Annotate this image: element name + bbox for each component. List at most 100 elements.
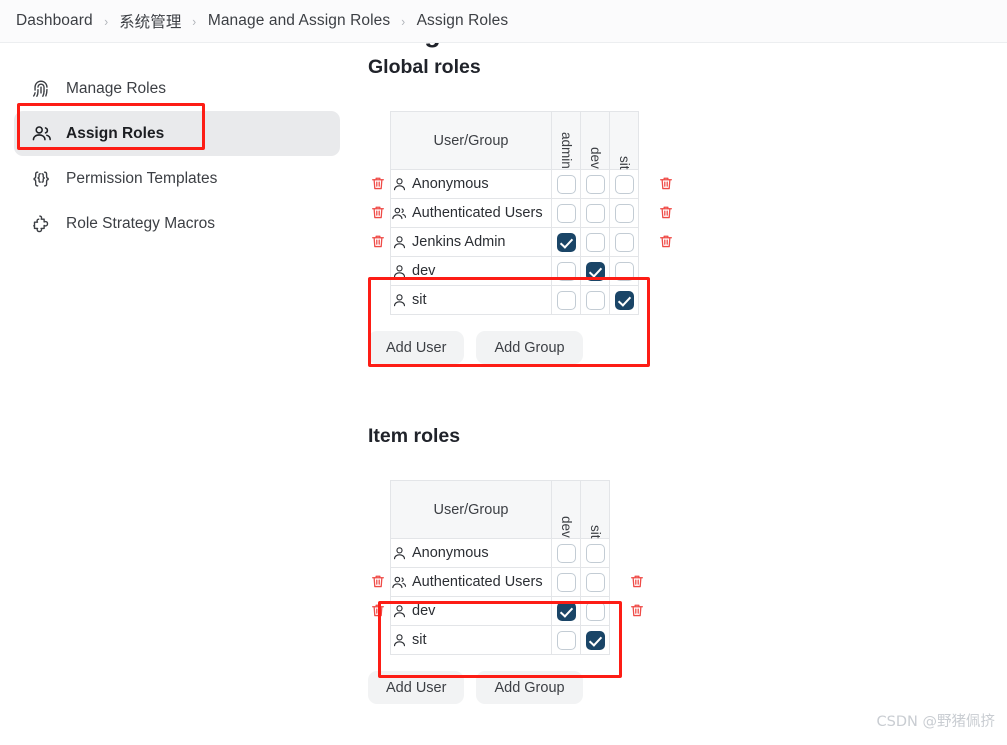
checkbox-cell[interactable] xyxy=(551,567,581,597)
row-name-authenticated-users: Authenticated Users xyxy=(390,567,552,597)
role-checkbox-dev-dev[interactable] xyxy=(585,261,605,281)
main-content: Global roles User/Group admin dev sit An… xyxy=(368,56,968,704)
table-row: Anonymous xyxy=(390,169,639,199)
user-icon xyxy=(393,633,406,646)
global-add-group-button[interactable]: Add Group xyxy=(476,331,583,364)
role-checkbox-sit-dev[interactable] xyxy=(585,290,605,310)
item-add-user-button[interactable]: Add User xyxy=(368,671,465,704)
sidebar-item-label: Manage Roles xyxy=(66,79,166,97)
sidebar-item-label: Assign Roles xyxy=(66,124,165,142)
user-icon xyxy=(393,604,406,617)
item-roles-actions: Add User Add Group xyxy=(368,671,968,704)
column-header-admin[interactable]: admin xyxy=(551,111,581,170)
breadcrumb-item-dashboard[interactable]: Dashboard xyxy=(16,12,93,30)
column-header-sit[interactable]: sit xyxy=(609,111,639,170)
sidebar-item-assign-roles[interactable]: Assign Roles xyxy=(14,111,340,156)
checkbox-cell[interactable] xyxy=(580,227,610,257)
curly-braces-icon xyxy=(28,166,54,192)
checkbox-cell[interactable] xyxy=(580,285,610,315)
user-icon xyxy=(393,235,406,248)
role-checkbox-authenticated-sit[interactable] xyxy=(614,203,634,223)
checkbox-cell[interactable] xyxy=(609,227,639,257)
role-checkbox-authenticated-dev[interactable] xyxy=(585,203,605,223)
column-header-dev[interactable]: dev xyxy=(580,111,610,170)
checkbox-cell[interactable] xyxy=(551,169,581,199)
sidebar-item-role-strategy-macros[interactable]: Role Strategy Macros xyxy=(14,201,340,246)
item-roles-table: User/Group dev sit Anonymous Authenticat… xyxy=(390,480,610,655)
checkbox-cell[interactable] xyxy=(580,625,610,655)
delete-item-row-sit-left-button[interactable] xyxy=(370,602,386,619)
sidebar-item-manage-roles[interactable]: Manage Roles xyxy=(14,66,340,111)
role-checkbox-sit-sit[interactable] xyxy=(614,290,634,310)
sidebar-item-permission-templates[interactable]: Permission Templates xyxy=(14,156,340,201)
role-checkbox-anonymous-admin[interactable] xyxy=(556,174,576,194)
item-checkbox-sit-sit[interactable] xyxy=(585,630,605,650)
role-checkbox-anonymous-dev[interactable] xyxy=(585,174,605,194)
checkbox-cell[interactable] xyxy=(551,256,581,286)
role-checkbox-dev-sit[interactable] xyxy=(614,261,634,281)
sidebar: Manage Roles Assign Roles Permission Tem… xyxy=(14,66,340,246)
checkbox-cell[interactable] xyxy=(580,256,610,286)
fingerprint-icon xyxy=(28,76,54,102)
role-checkbox-anonymous-sit[interactable] xyxy=(614,174,634,194)
delete-row-jenkins-admin-right-button[interactable] xyxy=(658,175,674,192)
checkbox-cell[interactable] xyxy=(609,256,639,286)
role-checkbox-jenkins-admin-sit[interactable] xyxy=(614,232,634,252)
delete-item-row-dev-left-button[interactable] xyxy=(370,573,386,590)
role-checkbox-jenkins-admin-admin[interactable] xyxy=(556,232,576,252)
delete-item-row-sit-right-button[interactable] xyxy=(629,602,645,619)
global-roles-heading: Global roles xyxy=(368,56,481,78)
delete-row-sit-right-button[interactable] xyxy=(658,233,674,250)
checkbox-cell[interactable] xyxy=(551,625,581,655)
checkbox-cell[interactable] xyxy=(580,567,610,597)
row-name-dev: dev xyxy=(390,596,552,626)
role-checkbox-sit-admin[interactable] xyxy=(556,290,576,310)
table-row: sit xyxy=(390,625,610,655)
checkbox-cell[interactable] xyxy=(551,198,581,228)
users-icon xyxy=(392,207,407,219)
user-icon xyxy=(393,546,406,559)
table-header-row: User/Group dev sit xyxy=(390,480,610,539)
role-checkbox-jenkins-admin-dev[interactable] xyxy=(585,232,605,252)
role-checkbox-dev-admin[interactable] xyxy=(556,261,576,281)
column-header-dev[interactable]: dev xyxy=(551,480,581,539)
column-header-sit[interactable]: sit xyxy=(580,480,610,539)
checkbox-cell[interactable] xyxy=(609,198,639,228)
checkbox-cell[interactable] xyxy=(551,596,581,626)
role-checkbox-authenticated-admin[interactable] xyxy=(556,203,576,223)
delete-row-sit-left-button[interactable] xyxy=(370,233,386,250)
breadcrumb-item-system-management[interactable]: 系统管理 xyxy=(119,10,181,32)
item-add-group-button[interactable]: Add Group xyxy=(476,671,583,704)
puzzle-icon xyxy=(28,211,54,237)
checkbox-cell[interactable] xyxy=(609,285,639,315)
checkbox-cell[interactable] xyxy=(580,596,610,626)
item-checkbox-anonymous-dev[interactable] xyxy=(556,543,576,563)
item-checkbox-dev-sit[interactable] xyxy=(585,601,605,621)
item-checkbox-sit-dev[interactable] xyxy=(556,630,576,650)
checkbox-cell[interactable] xyxy=(580,538,610,568)
people-icon xyxy=(28,121,54,147)
checkbox-cell[interactable] xyxy=(580,198,610,228)
row-name-anonymous: Anonymous xyxy=(390,169,552,199)
item-checkbox-anonymous-sit[interactable] xyxy=(585,543,605,563)
global-add-user-button[interactable]: Add User xyxy=(368,331,465,364)
row-name-sit: sit xyxy=(390,625,552,655)
table-row: Authenticated Users xyxy=(390,198,639,228)
delete-row-dev-left-button[interactable] xyxy=(370,204,386,221)
breadcrumb-item-assign-roles[interactable]: Assign Roles xyxy=(417,12,509,30)
checkbox-cell[interactable] xyxy=(609,169,639,199)
checkbox-cell[interactable] xyxy=(551,227,581,257)
delete-row-jenkins-admin-left-button[interactable] xyxy=(370,175,386,192)
checkbox-cell[interactable] xyxy=(551,285,581,315)
checkbox-cell[interactable] xyxy=(580,169,610,199)
item-checkbox-dev-dev[interactable] xyxy=(556,601,576,621)
item-checkbox-authenticated-dev[interactable] xyxy=(556,572,576,592)
breadcrumb-item-manage-and-assign-roles[interactable]: Manage and Assign Roles xyxy=(208,12,390,30)
table-row: Authenticated Users xyxy=(390,567,610,597)
app-root: Assign Roles Dashboard › 系统管理 › Manage a… xyxy=(0,0,1007,745)
item-checkbox-authenticated-sit[interactable] xyxy=(585,572,605,592)
checkbox-cell[interactable] xyxy=(551,538,581,568)
delete-row-dev-right-button[interactable] xyxy=(658,204,674,221)
delete-item-row-dev-right-button[interactable] xyxy=(629,573,645,590)
table-header-row: User/Group admin dev sit xyxy=(390,111,639,170)
